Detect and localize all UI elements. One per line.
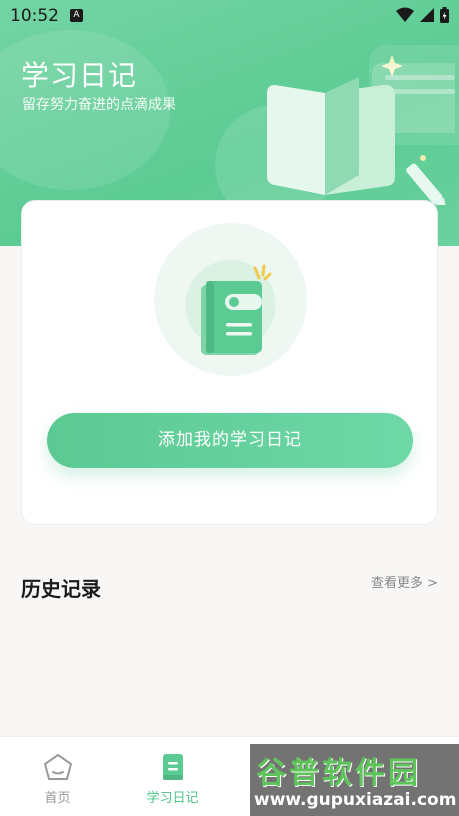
nav-label: 首页 bbox=[44, 791, 71, 806]
battery-icon bbox=[440, 7, 449, 23]
watermark: 谷普软件园 www.gupuxiazai.com bbox=[250, 744, 459, 816]
diary-book-icon bbox=[154, 223, 307, 376]
add-diary-button[interactable]: 添加我的学习日记 bbox=[47, 413, 413, 468]
home-icon bbox=[43, 754, 72, 780]
history-title: 历史记录 bbox=[21, 577, 101, 601]
nav-item-diary[interactable]: 学习日记 bbox=[115, 737, 230, 816]
diary-card: 添加我的学习日记 bbox=[21, 200, 438, 525]
see-more-link[interactable]: 查看更多 > bbox=[371, 572, 438, 591]
status-icons bbox=[396, 7, 449, 23]
nav-label: 学习日记 bbox=[146, 791, 199, 806]
wifi-icon bbox=[396, 7, 414, 22]
watermark-url: www.gupuxiazai.com bbox=[254, 790, 457, 810]
watermark-title: 谷普软件园 bbox=[256, 756, 421, 791]
notification-a-icon: A bbox=[70, 9, 83, 22]
diary-icon bbox=[162, 754, 183, 780]
open-book-icon bbox=[267, 55, 455, 205]
page-title: 学习日记 bbox=[21, 59, 138, 92]
status-time: 10:52 bbox=[10, 6, 59, 26]
nav-item-home[interactable]: 首页 bbox=[0, 737, 115, 816]
page-subtitle: 留存努力奋进的点滴成果 bbox=[22, 97, 176, 113]
status-bar: 10:52 A bbox=[0, 0, 459, 32]
signal-icon bbox=[420, 8, 434, 22]
